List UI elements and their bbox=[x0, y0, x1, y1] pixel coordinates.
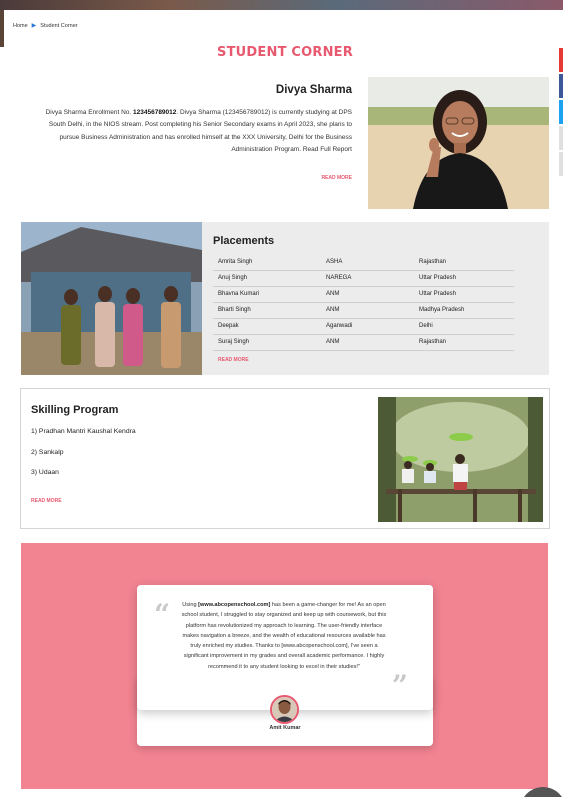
placement-state: Uttar Pradesh bbox=[414, 286, 514, 303]
profile-read-more-link[interactable]: READ MORE bbox=[321, 175, 352, 181]
quote-close-icon: ” bbox=[391, 669, 408, 702]
testimonial-card: “ Using [www.abcopenschool.com] has been… bbox=[137, 585, 433, 710]
placement-name: Bharti Singh bbox=[213, 302, 321, 319]
enrollment-number: 123456789012 bbox=[133, 109, 177, 116]
table-row: Anuj Singh NAREGA Uttar Pradesh bbox=[213, 270, 514, 287]
testimonial-text: Using [www.abcopenschool.com] has been a… bbox=[181, 600, 387, 672]
table-row: Suraj Singh ANM Rajasthan bbox=[213, 334, 514, 351]
placement-name: Bhavna Kumari bbox=[213, 286, 321, 303]
table-row: Deepak Aganwadi Delhi bbox=[213, 318, 514, 335]
social-more-icon[interactable] bbox=[559, 152, 563, 176]
placement-role: ANM bbox=[321, 286, 414, 303]
student-photo bbox=[368, 77, 549, 209]
student-description-prefix: Divya Sharma Enrollment No. bbox=[45, 109, 134, 116]
placements-table: Amrita Singh ASHA Rajasthan Anuj Singh N… bbox=[213, 254, 514, 351]
placements-photo bbox=[21, 222, 202, 375]
list-item: 3) Udaan bbox=[31, 469, 59, 476]
social-share-icon[interactable] bbox=[559, 126, 563, 150]
skilling-photo bbox=[378, 397, 543, 522]
left-banner-edge bbox=[0, 10, 4, 47]
social-twitter-icon[interactable] bbox=[559, 100, 563, 124]
list-item: 1) Pradhan Mantri Kaushal Kendra bbox=[31, 428, 136, 435]
placement-state: Rajasthan bbox=[414, 254, 514, 271]
placement-state: Madhya Pradesh bbox=[414, 302, 514, 319]
testimonial-text-prefix: Using bbox=[182, 602, 199, 608]
placements-section: Placements Amrita Singh ASHA Rajasthan A… bbox=[21, 222, 549, 375]
page-title: STUDENT CORNER bbox=[217, 45, 353, 60]
social-share-bar bbox=[559, 48, 563, 178]
placements-read-more-link[interactable]: READ MORE bbox=[218, 357, 249, 363]
placement-name: Suraj Singh bbox=[213, 334, 321, 351]
table-row: Bharti Singh ANM Madhya Pradesh bbox=[213, 302, 514, 319]
placement-role: NAREGA bbox=[321, 270, 414, 287]
skilling-title: Skilling Program bbox=[31, 404, 119, 416]
avatar bbox=[270, 695, 299, 724]
skilling-program-section: Skilling Program 1) Pradhan Mantri Kaush… bbox=[20, 388, 550, 529]
social-facebook-icon[interactable] bbox=[559, 74, 563, 98]
placement-role: ASHA bbox=[321, 254, 414, 271]
table-row: Amrita Singh ASHA Rajasthan bbox=[213, 254, 514, 271]
testimonial-section: “ Using [www.abcopenschool.com] has been… bbox=[21, 543, 548, 789]
placements-title: Placements bbox=[213, 235, 275, 247]
testimonial-text-body: has been a game-changer for me! As an op… bbox=[181, 602, 387, 670]
skilling-list: 1) Pradhan Mantri Kaushal Kendra 2) Sank… bbox=[31, 428, 136, 490]
student-description: Divya Sharma Enrollment No. 123456789012… bbox=[28, 107, 352, 156]
list-item: 2) Sankalp bbox=[31, 448, 64, 456]
placement-state: Uttar Pradesh bbox=[414, 270, 514, 287]
placement-name: Deepak bbox=[213, 318, 321, 335]
skilling-read-more-link[interactable]: READ MORE bbox=[31, 498, 62, 504]
placement-state: Delhi bbox=[414, 318, 514, 335]
placement-name: Anuj Singh bbox=[213, 270, 321, 287]
breadcrumb: Home ▶ Student Corner bbox=[13, 22, 78, 30]
breadcrumb-current: Student Corner bbox=[40, 22, 78, 29]
top-banner-image bbox=[0, 0, 563, 10]
triangle-right-icon: ▶ bbox=[31, 23, 37, 29]
table-row: Bhavna Kumari ANM Uttar Pradesh bbox=[213, 286, 514, 303]
placement-name: Amrita Singh bbox=[213, 254, 321, 271]
placement-state: Rajasthan bbox=[414, 334, 514, 351]
breadcrumb-home-link[interactable]: Home bbox=[13, 23, 28, 29]
testimonial-site-link: [www.abcopenschool.com] bbox=[198, 602, 271, 608]
placement-role: ANM bbox=[321, 334, 414, 351]
placement-role: Aganwadi bbox=[321, 318, 414, 335]
placement-role: ANM bbox=[321, 302, 414, 319]
testimonial-author: Amit Kumar bbox=[269, 725, 301, 731]
student-name: Divya Sharma bbox=[275, 84, 352, 96]
quote-open-icon: “ bbox=[154, 598, 171, 631]
